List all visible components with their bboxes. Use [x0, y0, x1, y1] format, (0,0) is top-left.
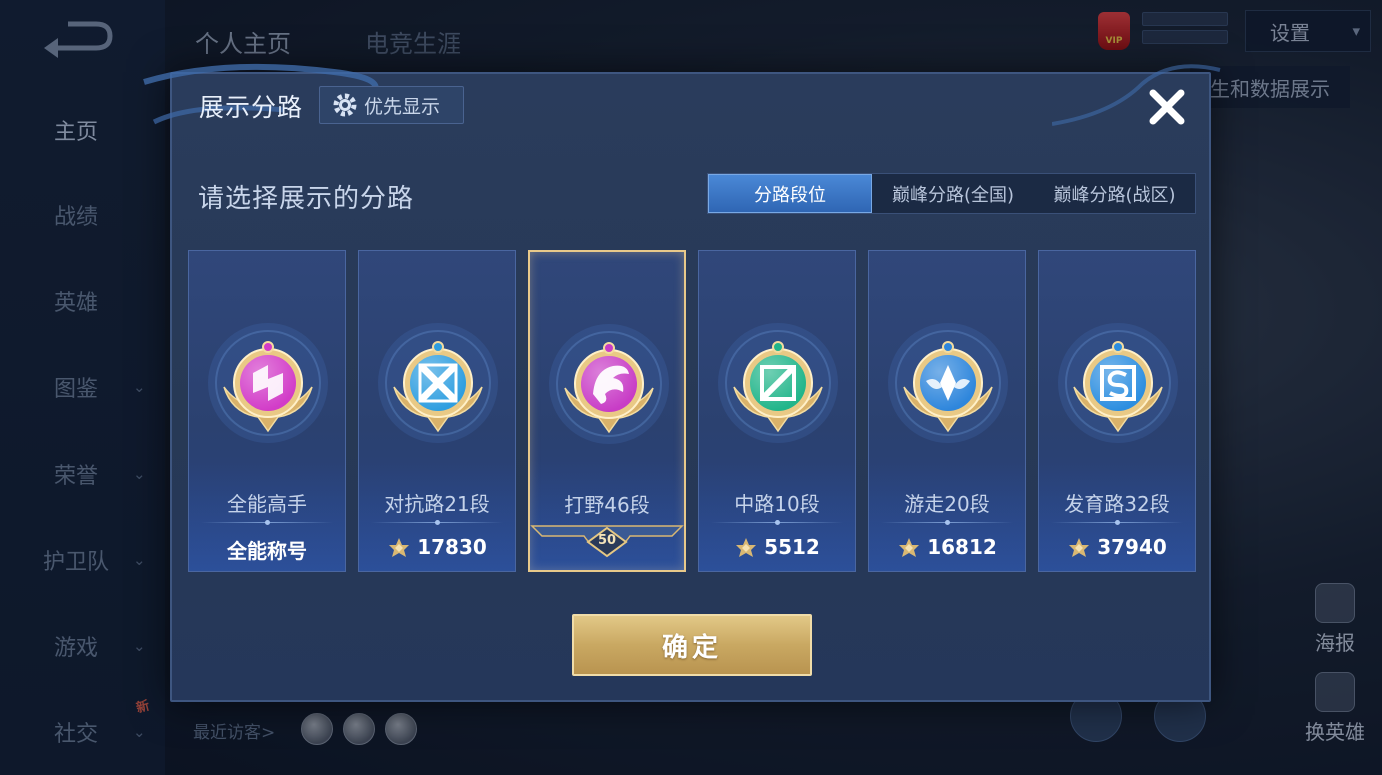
- card-divider: [201, 520, 333, 525]
- confirm-button[interactable]: 确定: [572, 614, 812, 676]
- level-badge: 50: [597, 533, 617, 548]
- lane-card-value: 5512: [699, 535, 855, 559]
- tab-peak-national[interactable]: 巅峰分路(全国): [872, 174, 1034, 213]
- mid-lane-emblem-icon: [718, 323, 838, 443]
- lane-card-value-text: 全能称号: [227, 539, 307, 563]
- farm-lane-emblem-icon: [1058, 323, 1178, 443]
- lane-card[interactable]: 发育路32段 37940: [1038, 250, 1196, 572]
- lane-card-value-text: 17830: [417, 535, 487, 559]
- card-divider: [881, 520, 1013, 525]
- lane-card[interactable]: 中路10段 5512: [698, 250, 856, 572]
- lane-card[interactable]: 打野46段 50: [528, 250, 686, 572]
- lane-display-modal: 展示分路 优先显示 请选择展示的分路 分路段位 巅峰分路(全国) 巅峰分路(战区…: [143, 63, 1221, 702]
- modal-title: 展示分路: [199, 93, 304, 122]
- lane-points-icon: [1069, 538, 1090, 557]
- lane-card-name: 游走20段: [904, 492, 990, 516]
- lane-card-name: 中路10段: [734, 492, 820, 516]
- priority-display-button[interactable]: 优先显示: [319, 86, 464, 124]
- lane-card-value-text: 5512: [764, 535, 820, 559]
- jungle-emblem-icon: [549, 324, 669, 444]
- lane-card-name: 对抗路21段: [384, 492, 490, 516]
- lane-card-value: 37940: [1039, 535, 1195, 559]
- lane-points-icon: [736, 538, 757, 557]
- gear-icon: [333, 93, 357, 117]
- lane-card[interactable]: 游走20段 16812: [868, 250, 1026, 572]
- lane-card-value: 17830: [359, 535, 515, 559]
- modal-subtitle: 请选择展示的分路: [198, 184, 415, 214]
- lane-card-value: 16812: [869, 535, 1025, 559]
- lane-card[interactable]: 对抗路21段 17830: [358, 250, 516, 572]
- tab-peak-region[interactable]: 巅峰分路(战区): [1034, 174, 1195, 213]
- lane-card-name: 打野46段: [564, 493, 650, 517]
- priority-display-label: 优先显示: [364, 95, 441, 118]
- all-round-emblem-icon: [208, 323, 328, 443]
- lane-card-value-text: 37940: [1097, 535, 1167, 559]
- roam-emblem-icon: [888, 323, 1008, 443]
- lane-points-icon: [899, 538, 920, 557]
- card-divider: [371, 520, 503, 525]
- lane-card-value-text: 16812: [927, 535, 997, 559]
- swirl-decoration-icon: [1052, 64, 1221, 126]
- clash-lane-emblem-icon: [378, 323, 498, 443]
- lane-points-icon: [389, 538, 410, 557]
- lane-card[interactable]: 全能高手 全能称号: [188, 250, 346, 572]
- lane-type-tabs: 分路段位 巅峰分路(全国) 巅峰分路(战区): [707, 173, 1196, 214]
- card-divider: [711, 520, 843, 525]
- card-divider: [1051, 520, 1183, 525]
- close-icon[interactable]: [1144, 84, 1190, 130]
- lane-card-name: 全能高手: [227, 492, 307, 516]
- lane-card-value: 全能称号: [189, 535, 345, 564]
- lane-card-name: 发育路32段: [1064, 492, 1170, 516]
- tab-lane-rank[interactable]: 分路段位: [708, 174, 872, 213]
